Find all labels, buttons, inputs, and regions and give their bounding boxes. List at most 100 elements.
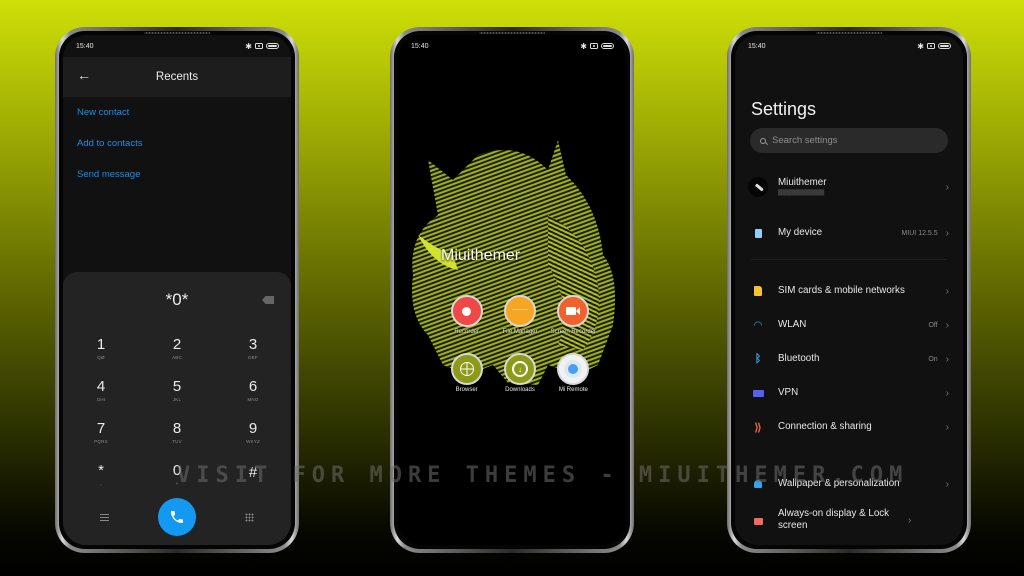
settings-item-connection-sharing[interactable]: ⟫ Connection & sharing › <box>735 415 963 439</box>
settings-item-account[interactable]: Miuithemer ▇▇▇▇▇▇▇▇▇▇ › <box>735 169 963 205</box>
chevron-right-icon: › <box>945 387 949 399</box>
screen-record-status-icon <box>255 43 263 49</box>
status-bar: 15:40 ✱ <box>63 35 291 57</box>
dialpad-key[interactable]: 7 PQRS <box>63 414 139 450</box>
settings-item-my-device[interactable]: My device MIUI 12.5.5 › <box>735 221 963 245</box>
key-letters: QØ <box>97 354 105 360</box>
earpiece-speaker <box>479 32 545 34</box>
globe-icon <box>450 353 483 385</box>
earpiece-speaker <box>144 32 210 34</box>
bluetooth-status-icon: ✱ <box>580 41 587 51</box>
new-contact-link[interactable]: New contact <box>77 97 142 128</box>
remote-icon <box>557 353 590 385</box>
status-time: 15:40 <box>411 42 429 50</box>
settings-item-wlan[interactable]: ◠ WLAN Off › <box>735 313 963 337</box>
battery-icon <box>601 43 614 49</box>
key-digit: 7 <box>96 419 106 437</box>
lock-icon <box>751 513 765 527</box>
divider <box>751 259 947 260</box>
dialpad: *0* 1 QØ 2 ABC 3 DEF 4 GHI 5 JKL 6 MNO 7 PQRS 8 TUV 9 WXY… <box>63 272 291 545</box>
key-digit: 2 <box>172 335 182 353</box>
screen-record-status-icon <box>927 43 935 49</box>
dialpad-key[interactable]: 9 WXYZ <box>215 414 291 450</box>
folder-title: Miuithemer <box>441 247 521 264</box>
menu-icon[interactable] <box>99 513 109 521</box>
wifi-icon: ◠ <box>753 319 763 331</box>
phone-handset-icon <box>170 511 183 523</box>
bluetooth-status-icon: ✱ <box>917 41 924 51</box>
search-placeholder: Search settings <box>772 135 838 146</box>
dialpad-key[interactable]: 3 DEF <box>215 330 291 366</box>
call-button[interactable] <box>157 498 196 536</box>
folder-icon <box>503 295 536 327</box>
app-downloads[interactable]: ↓ Downloads <box>493 353 546 403</box>
download-icon: ↓ <box>503 353 536 385</box>
key-digit: 1 <box>96 335 106 353</box>
settings-item-bluetooth[interactable]: ᛒ Bluetooth On › <box>735 347 963 371</box>
key-letters: WXYZ <box>246 438 260 444</box>
search-input[interactable]: Search settings <box>750 128 948 153</box>
settings-item-sim-cards[interactable]: SIM cards & mobile networks › <box>735 279 963 303</box>
miui-version: MIUI 12.5.5 <box>901 229 938 237</box>
app-browser[interactable]: Browser <box>440 353 493 403</box>
status-time: 15:40 <box>76 42 94 50</box>
send-message-link[interactable]: Send message <box>77 159 142 190</box>
video-camera-icon <box>557 295 590 327</box>
chevron-right-icon: › <box>945 227 949 239</box>
key-letters: PQRS <box>94 438 108 444</box>
key-digit: 9 <box>248 419 258 437</box>
wlan-status: Off <box>928 321 938 329</box>
chevron-right-icon: › <box>945 285 949 297</box>
settings-item-lock-screen[interactable]: Always-on display & Lock screen › <box>735 505 963 535</box>
dialpad-key[interactable]: *, <box>63 456 139 492</box>
dialpad-toggle-icon[interactable] <box>245 512 255 522</box>
key-digit: 4 <box>96 377 106 395</box>
phone-icon <box>751 226 765 240</box>
app-mi-remote[interactable]: Mi Remote <box>547 353 600 403</box>
chevron-right-icon: › <box>945 319 949 331</box>
vpn-icon <box>751 386 765 400</box>
dialed-number: *0* <box>165 290 189 309</box>
page-title: Settings <box>751 99 817 119</box>
key-digit: * <box>98 461 104 479</box>
dialer-header: ← Recents <box>63 57 291 97</box>
recorder-icon <box>450 295 483 327</box>
account-name: Miuithemer <box>778 177 827 188</box>
status-time: 15:40 <box>748 42 766 50</box>
key-digit: 5 <box>172 377 182 395</box>
sim-card-icon <box>751 284 765 298</box>
dialpad-key[interactable]: 8 TUV <box>139 414 215 450</box>
key-letters: TUV <box>172 438 182 444</box>
battery-icon <box>938 43 951 49</box>
key-letters: JKL <box>172 396 182 402</box>
key-letters: , <box>100 480 102 486</box>
dialpad-key[interactable]: 4 GHI <box>63 372 139 408</box>
search-icon <box>760 137 766 144</box>
status-bar: 15:40 ✱ <box>735 35 963 57</box>
connection-sharing-icon: ⟫ <box>754 421 762 434</box>
dialpad-key[interactable]: 5 JKL <box>139 372 215 408</box>
key-digit: 3 <box>248 335 258 353</box>
add-to-contacts-link[interactable]: Add to contacts <box>77 128 142 159</box>
earpiece-speaker <box>816 32 882 34</box>
app-recorder[interactable]: Recorder <box>440 295 493 345</box>
app-grid: Recorder File Manager Screen Recorder Br… <box>440 295 600 403</box>
dialpad-key[interactable]: 6 MNO <box>215 372 291 408</box>
key-letters: MNO <box>247 396 259 402</box>
settings-item-vpn[interactable]: VPN › <box>735 381 963 405</box>
app-screen-recorder[interactable]: Screen Recorder <box>547 295 600 345</box>
avatar <box>748 177 768 197</box>
watermark-text: VISIT FOR MORE THEMES - MIUITHEMER.COM <box>177 463 909 488</box>
bluetooth-status: On <box>928 355 938 363</box>
dialpad-bottom-bar <box>63 497 291 537</box>
dialpad-key[interactable]: 1 QØ <box>63 330 139 366</box>
chevron-right-icon: › <box>945 181 949 193</box>
battery-icon <box>266 43 279 49</box>
bluetooth-icon: ᛒ <box>754 353 762 365</box>
back-arrow-icon[interactable]: ← <box>77 67 91 83</box>
key-digit: 6 <box>248 377 258 395</box>
screen-record-status-icon <box>590 43 598 49</box>
app-file-manager[interactable]: File Manager <box>493 295 546 345</box>
dialpad-key[interactable]: 2 ABC <box>139 330 215 366</box>
key-letters: ABC <box>172 354 182 360</box>
